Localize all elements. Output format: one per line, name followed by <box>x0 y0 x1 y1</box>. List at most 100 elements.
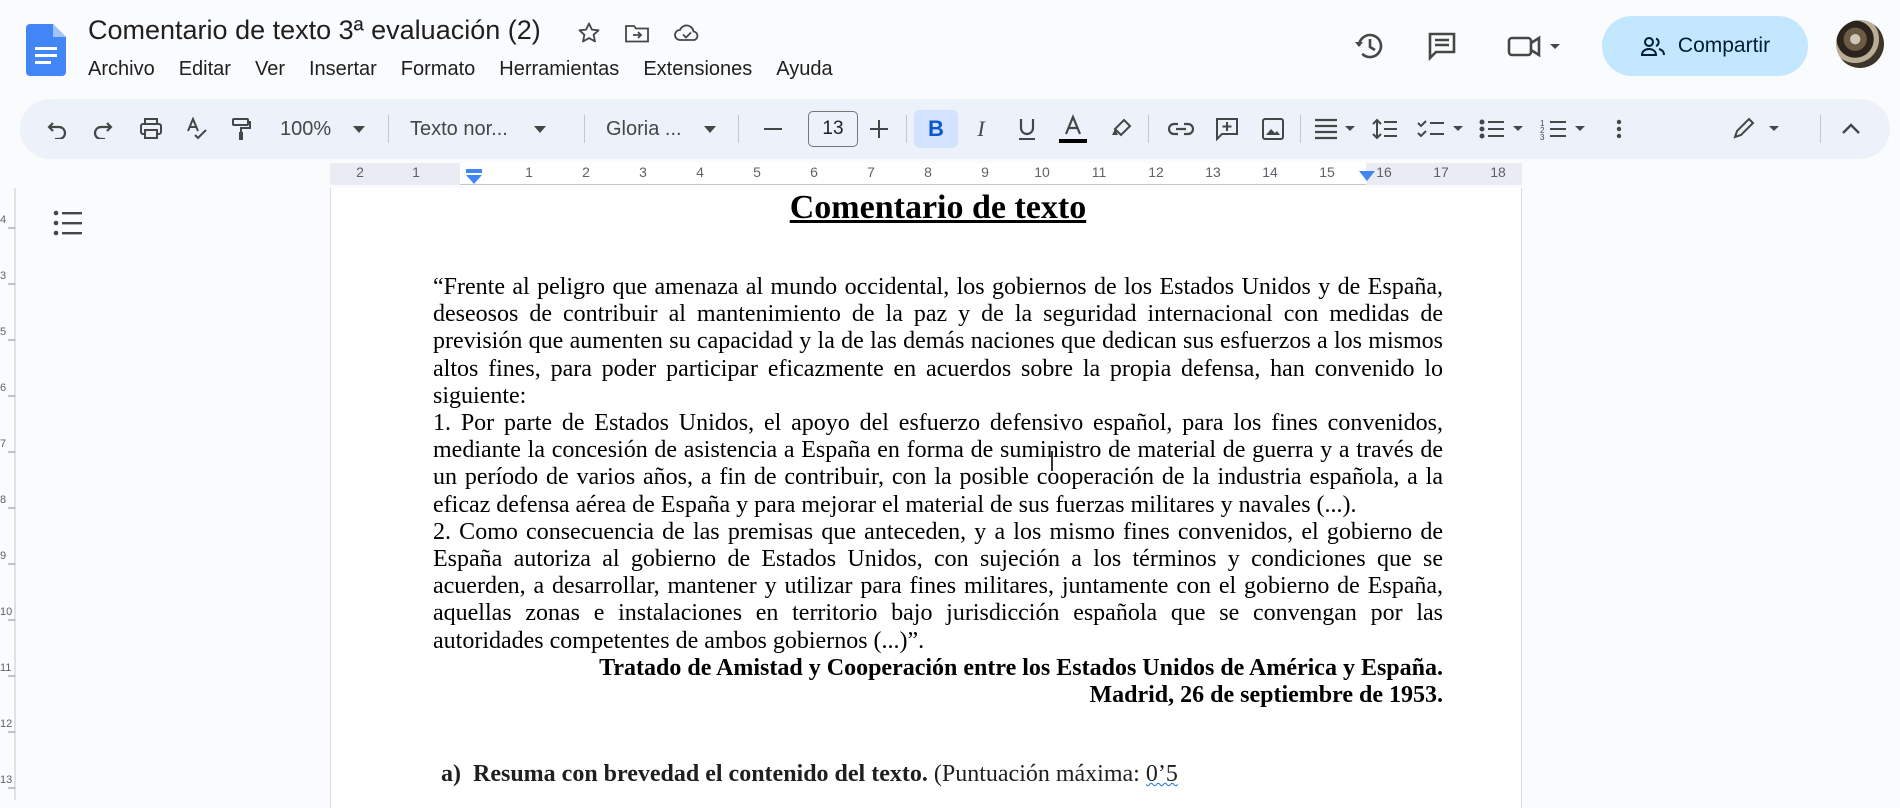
document-page[interactable]: Comentario de texto “Frente al peligro q… <box>330 188 1522 808</box>
ruler-label: 1 <box>412 164 420 180</box>
ruler-label: 15 <box>1319 164 1335 180</box>
paragraph-point-2[interactable]: 2. Como consecuencia de las premisas que… <box>433 519 1443 655</box>
collapse-icon[interactable] <box>1832 110 1870 148</box>
link-icon[interactable] <box>1162 110 1200 148</box>
document-title[interactable]: Comentario de texto 3ª evaluación (2) <box>88 15 541 46</box>
left-indent-marker-icon[interactable] <box>464 169 484 185</box>
menu-formato[interactable]: Formato <box>389 56 487 82</box>
move-folder-icon[interactable] <box>622 18 652 48</box>
more-icon[interactable] <box>1600 110 1638 148</box>
edit-mode-icon[interactable] <box>1730 110 1786 148</box>
horizontal-ruler[interactable]: 2 1 1 2 3 4 5 6 7 8 9 10 11 12 13 14 15 … <box>330 163 1522 187</box>
chevron-down-icon <box>353 125 366 133</box>
vertical-ruler[interactable]: 4 3 5 6 7 8 9 10 11 12 13 <box>0 188 22 800</box>
document-outline-icon[interactable] <box>52 208 88 238</box>
decrease-font-size-icon[interactable] <box>754 110 792 148</box>
question-score-value: 0’5 <box>1145 761 1178 787</box>
formatting-toolbar: 100% Texto nor... Gloria ... 13 B I 1 2 … <box>20 99 1890 159</box>
meet-video-icon[interactable] <box>1504 24 1564 68</box>
toolbar-divider <box>1820 115 1821 143</box>
bullet-list-icon[interactable] <box>1476 110 1530 148</box>
redo-icon[interactable] <box>84 110 122 148</box>
vertical-ruler-label: 3 <box>0 270 7 282</box>
align-icon[interactable] <box>1310 110 1360 148</box>
italic-icon[interactable]: I <box>962 110 1000 148</box>
toolbar-divider <box>906 115 907 143</box>
chevron-down-icon <box>703 125 716 133</box>
google-docs-logo-icon[interactable] <box>26 24 66 76</box>
vertical-ruler-label: 8 <box>0 494 7 506</box>
toolbar-divider <box>1148 115 1149 143</box>
toolbar-divider <box>584 115 585 143</box>
zoom-dropdown[interactable]: 100% <box>280 110 366 148</box>
right-indent-marker-icon[interactable] <box>1358 169 1376 183</box>
version-history-icon[interactable] <box>1348 24 1392 68</box>
title-bar: Comentario de texto 3ª evaluación (2) Ar… <box>0 0 1900 96</box>
vertical-ruler-label: 11 <box>0 662 12 674</box>
ruler-label: 10 <box>1034 164 1050 180</box>
menu-insertar[interactable]: Insertar <box>297 56 389 82</box>
ruler-label: 6 <box>810 164 818 180</box>
print-icon[interactable] <box>132 110 170 148</box>
share-button[interactable]: Compartir <box>1602 16 1808 76</box>
question-label: a) <box>441 761 461 787</box>
increase-font-size-icon[interactable] <box>860 110 898 148</box>
ruler-label: 9 <box>981 164 989 180</box>
font-family-value: Gloria ... <box>606 117 682 140</box>
paragraph-point-1[interactable]: 1. Por parte de Estados Unidos, el apoyo… <box>433 410 1443 519</box>
cloud-saved-icon[interactable] <box>672 18 702 48</box>
paint-format-icon[interactable] <box>222 110 260 148</box>
account-avatar[interactable] <box>1836 20 1884 68</box>
vertical-ruler-label: 12 <box>0 718 13 730</box>
people-icon <box>1640 37 1665 56</box>
font-family-dropdown[interactable]: Gloria ... <box>606 110 716 148</box>
ruler-label: 4 <box>696 164 704 180</box>
share-button-label: Compartir <box>1677 34 1771 57</box>
ruler-label: 16 <box>1376 164 1392 180</box>
ruler-margin-left <box>330 163 460 185</box>
source-citation[interactable]: Tratado de Amistad y Cooperación entre l… <box>433 655 1443 682</box>
menu-ayuda[interactable]: Ayuda <box>764 56 844 82</box>
menu-archivo[interactable]: Archivo <box>76 56 167 82</box>
paragraph-style-dropdown[interactable]: Texto nor... <box>410 110 546 148</box>
menu-editar[interactable]: Editar <box>167 56 243 82</box>
question-a[interactable]: a) Resuma con brevedad el contenido del … <box>441 761 1178 788</box>
underline-icon[interactable] <box>1008 110 1046 148</box>
zoom-value: 100% <box>280 117 332 140</box>
highlight-icon[interactable] <box>1102 110 1140 148</box>
ruler-label: 7 <box>867 164 875 180</box>
font-size-input[interactable]: 13 <box>808 111 858 147</box>
menu-ver[interactable]: Ver <box>243 56 297 82</box>
paragraph-style-value: Texto nor... <box>410 117 508 140</box>
ruler-label: 2 <box>356 164 364 180</box>
comments-icon[interactable] <box>1420 24 1464 68</box>
text-cursor <box>1051 451 1053 471</box>
document-body[interactable]: “Frente al peligro que amenaza al mundo … <box>433 274 1443 709</box>
checklist-icon[interactable] <box>1414 110 1468 148</box>
paragraph-intro[interactable]: “Frente al peligro que amenaza al mundo … <box>433 274 1443 410</box>
document-heading[interactable]: Comentario de texto <box>433 188 1443 228</box>
menu-herramientas[interactable]: Herramientas <box>487 56 631 82</box>
question-score-label: (Puntuación máxima: <box>933 761 1146 787</box>
bold-icon[interactable]: B <box>914 110 958 148</box>
image-icon[interactable] <box>1254 110 1292 148</box>
ruler-label: 8 <box>924 164 932 180</box>
chevron-down-icon <box>533 125 546 133</box>
numbered-list-icon[interactable]: 123 <box>1538 110 1592 148</box>
ruler-label: 18 <box>1490 164 1506 180</box>
toolbar-divider <box>1300 115 1301 143</box>
vertical-ruler-label: 5 <box>0 326 7 338</box>
question-prompt: Resuma con brevedad el contenido del tex… <box>473 761 928 787</box>
text-color-icon[interactable] <box>1054 110 1092 148</box>
menu-extensiones[interactable]: Extensiones <box>631 56 764 82</box>
spellcheck-icon[interactable] <box>178 110 216 148</box>
star-icon[interactable] <box>574 18 604 48</box>
source-date[interactable]: Madrid, 26 de septiembre de 1953. <box>433 682 1443 709</box>
vertical-ruler-label: 7 <box>0 438 7 450</box>
vertical-ruler-label: 4 <box>0 214 7 226</box>
ruler-label: 17 <box>1433 164 1449 180</box>
ruler-label: 12 <box>1148 164 1164 180</box>
line-spacing-icon[interactable] <box>1366 110 1404 148</box>
comment-icon[interactable] <box>1208 110 1246 148</box>
undo-icon[interactable] <box>38 110 76 148</box>
